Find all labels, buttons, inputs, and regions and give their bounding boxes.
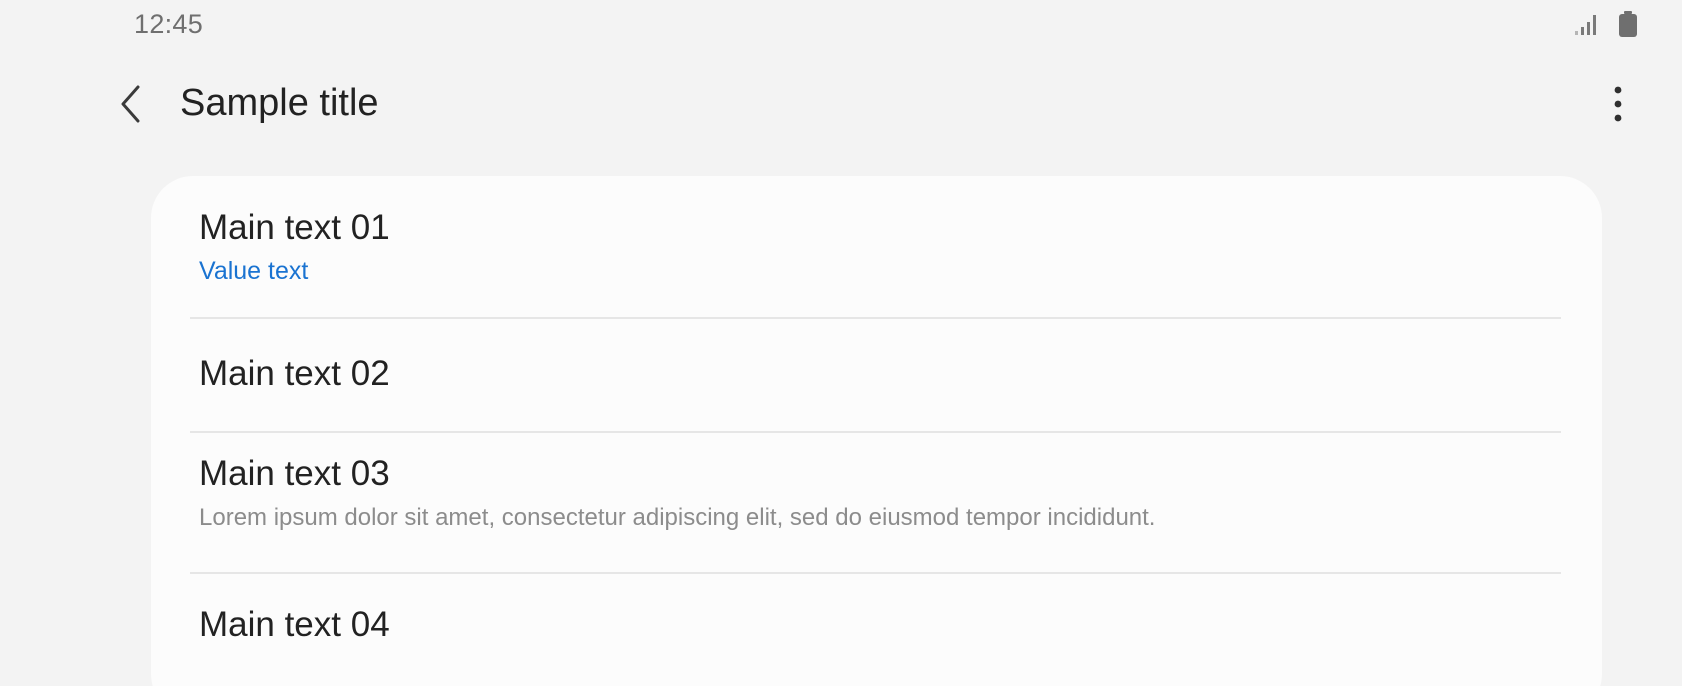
list-item-summary-text: Lorem ipsum dolor sit amet, consectetur …: [199, 504, 1156, 531]
list-item-main-text: Main text 04: [199, 605, 390, 644]
back-arrow-icon: [121, 85, 140, 123]
back-button[interactable]: [104, 76, 160, 132]
signal-icon: [1575, 15, 1596, 35]
list-item-main-text-04[interactable]: Main text 04: [151, 574, 1602, 686]
list-item-main-text-01[interactable]: Main text 01 Value text: [151, 176, 1602, 317]
status-bar: 12:45: [0, 0, 1682, 48]
settings-list-card: Main text 01 Value text Main text 02 Mai…: [151, 176, 1602, 686]
list-item-main-text: Main text 03: [199, 454, 390, 493]
more-vert-icon: [1614, 86, 1622, 122]
list-item-main-text-02[interactable]: Main text 02: [151, 319, 1602, 431]
list-item-main-text: Main text 01: [199, 208, 390, 247]
app-bar: Sample title: [0, 60, 1682, 148]
battery-icon: [1619, 11, 1637, 37]
more-options-button[interactable]: [1596, 76, 1640, 132]
page-title: Sample title: [180, 82, 379, 124]
list-item-main-text: Main text 02: [199, 354, 390, 393]
status-time: 12:45: [134, 9, 204, 39]
list-item-value-text: Value text: [199, 257, 309, 285]
screen: 12:45 Sample title Main text 01 Value te…: [0, 0, 1682, 686]
list-item-main-text-03[interactable]: Main text 03 Lorem ipsum dolor sit amet,…: [151, 433, 1602, 572]
